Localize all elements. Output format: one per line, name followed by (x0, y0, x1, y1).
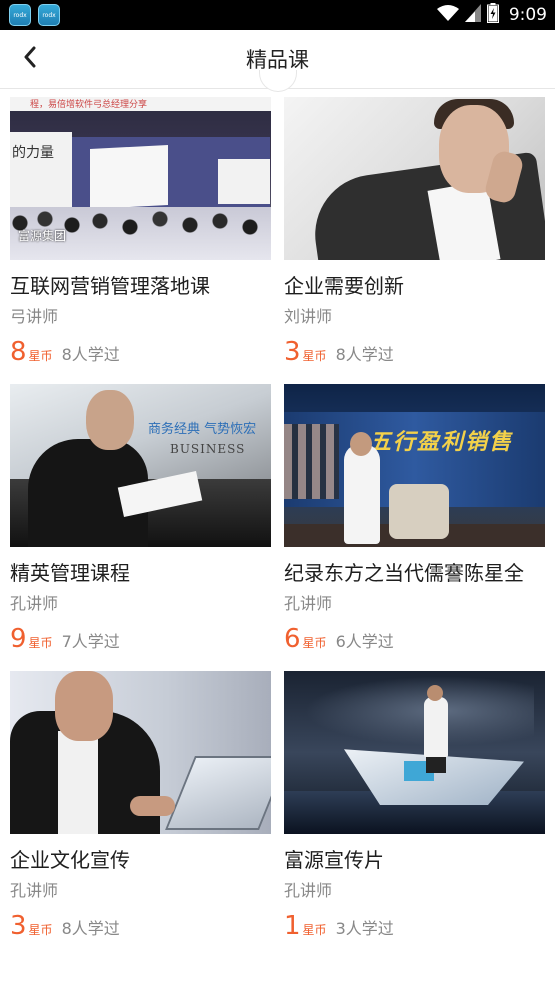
course-title: 企业文化宣传 (10, 848, 130, 872)
course-learners: 8人学过 (61, 345, 120, 364)
course-price: 6 (284, 624, 301, 654)
thumb-laptop (165, 756, 271, 830)
status-bar: rodx rodx 9:09 (0, 0, 555, 30)
course-teacher: 孔讲师 (284, 594, 333, 613)
course-price: 8 (10, 337, 27, 367)
course-card[interactable]: 企业需要创新 刘讲师 3 星币 8人学过 (284, 97, 545, 384)
course-thumbnail: 五行盈利销售 (284, 384, 545, 547)
thumb-screen (218, 159, 270, 204)
course-card[interactable]: 商务经典 气势恢宏 BUSINESS 精英管理课程 孔讲师 9 星币 7人学过 (10, 384, 271, 671)
course-card[interactable]: 企业文化宣传 孔讲师 3 星币 8人学过 (10, 671, 271, 958)
course-meta: 1 星币 3人学过 (284, 911, 545, 941)
thumb-tagline: 商务经典 气势恢宏 (148, 422, 257, 437)
course-learners: 3人学过 (335, 919, 394, 938)
app-icon-label: rodx (13, 11, 27, 19)
course-price-unit: 星币 (28, 636, 53, 650)
course-teacher: 孔讲师 (10, 594, 59, 613)
course-card[interactable]: 程，易倍增软件弓总经理分享 的力量 富源集团 互联网营销管理落地课 弓讲师 8 … (10, 97, 271, 384)
course-teacher: 孔讲师 (10, 881, 59, 900)
course-meta: 8 星币 8人学过 (10, 337, 271, 367)
thumb-head (55, 671, 113, 741)
thumb-man (424, 697, 448, 757)
thumb-slogan: 五行盈利销售 (369, 429, 514, 455)
thumb-speaker (344, 444, 380, 544)
course-thumbnail (284, 671, 545, 834)
course-price: 3 (284, 337, 301, 367)
wifi-icon (436, 4, 459, 26)
course-price-unit: 星币 (302, 636, 327, 650)
thumb-cloud (304, 676, 534, 746)
course-price: 9 (10, 624, 27, 654)
thumb-head (427, 685, 443, 701)
thumb-head (86, 390, 134, 450)
app-notification-icon: rodx (38, 4, 60, 26)
course-meta: 6 星币 6人学过 (284, 624, 545, 654)
course-teacher: 刘讲师 (284, 307, 333, 326)
course-price-unit: 星币 (28, 923, 53, 937)
course-card[interactable]: 富源宣传片 孔讲师 1 星币 3人学过 (284, 671, 545, 958)
course-title: 互联网营销管理落地课 (10, 274, 210, 298)
course-thumbnail: 商务经典 气势恢宏 BUSINESS (10, 384, 271, 547)
thumb-hand (130, 796, 175, 816)
course-learners: 8人学过 (335, 345, 394, 364)
status-indicators: 9:09 (436, 0, 547, 30)
course-price-unit: 星币 (302, 349, 327, 363)
thumb-shirt (58, 731, 98, 834)
course-teacher: 孔讲师 (284, 881, 333, 900)
course-price-unit: 星币 (302, 923, 327, 937)
thumb-side-text: 的力量 (12, 145, 54, 161)
course-title: 纪录东方之当代儒謇陈星全 (284, 561, 524, 585)
thumb-business-text: BUSINESS (170, 442, 246, 456)
signal-icon (464, 4, 481, 26)
thumb-watermark: 富源集团 (18, 229, 67, 243)
course-grid: 程，易倍增软件弓总经理分享 的力量 富源集团 互联网营销管理落地课 弓讲师 8 … (10, 97, 545, 958)
course-thumbnail (284, 97, 545, 260)
course-thumbnail: 程，易倍增软件弓总经理分享 的力量 富源集团 (10, 97, 271, 260)
course-price: 1 (284, 911, 301, 941)
course-meta: 3 星币 8人学过 (10, 911, 271, 941)
course-title: 精英管理课程 (10, 561, 130, 585)
course-title: 企业需要创新 (284, 274, 404, 298)
thumb-chair (389, 484, 449, 539)
battery-icon (486, 3, 499, 27)
thumb-faces (284, 424, 339, 499)
app-icon-label: rodx (42, 11, 56, 19)
thumb-head (350, 432, 372, 456)
chevron-left-icon (23, 46, 37, 72)
course-price: 3 (10, 911, 27, 941)
course-learners: 8人学过 (61, 919, 120, 938)
course-teacher: 弓讲师 (10, 307, 59, 326)
course-learners: 7人学过 (61, 632, 120, 651)
app-notification-icon: rodx (9, 4, 31, 26)
course-card[interactable]: 五行盈利销售 纪录东方之当代儒謇陈星全 孔讲师 6 星币 6人学过 (284, 384, 545, 671)
course-price-unit: 星币 (28, 349, 53, 363)
course-learners: 6人学过 (335, 632, 394, 651)
course-title: 富源宣传片 (284, 848, 384, 872)
thumb-screen (90, 144, 168, 210)
course-meta: 3 星币 8人学过 (284, 337, 545, 367)
course-thumbnail (10, 671, 271, 834)
status-time: 9:09 (508, 5, 547, 25)
course-meta: 9 星币 7人学过 (10, 624, 271, 654)
back-button[interactable] (14, 43, 46, 75)
thumb-banner-text: 程，易倍增软件弓总经理分享 (30, 100, 148, 110)
